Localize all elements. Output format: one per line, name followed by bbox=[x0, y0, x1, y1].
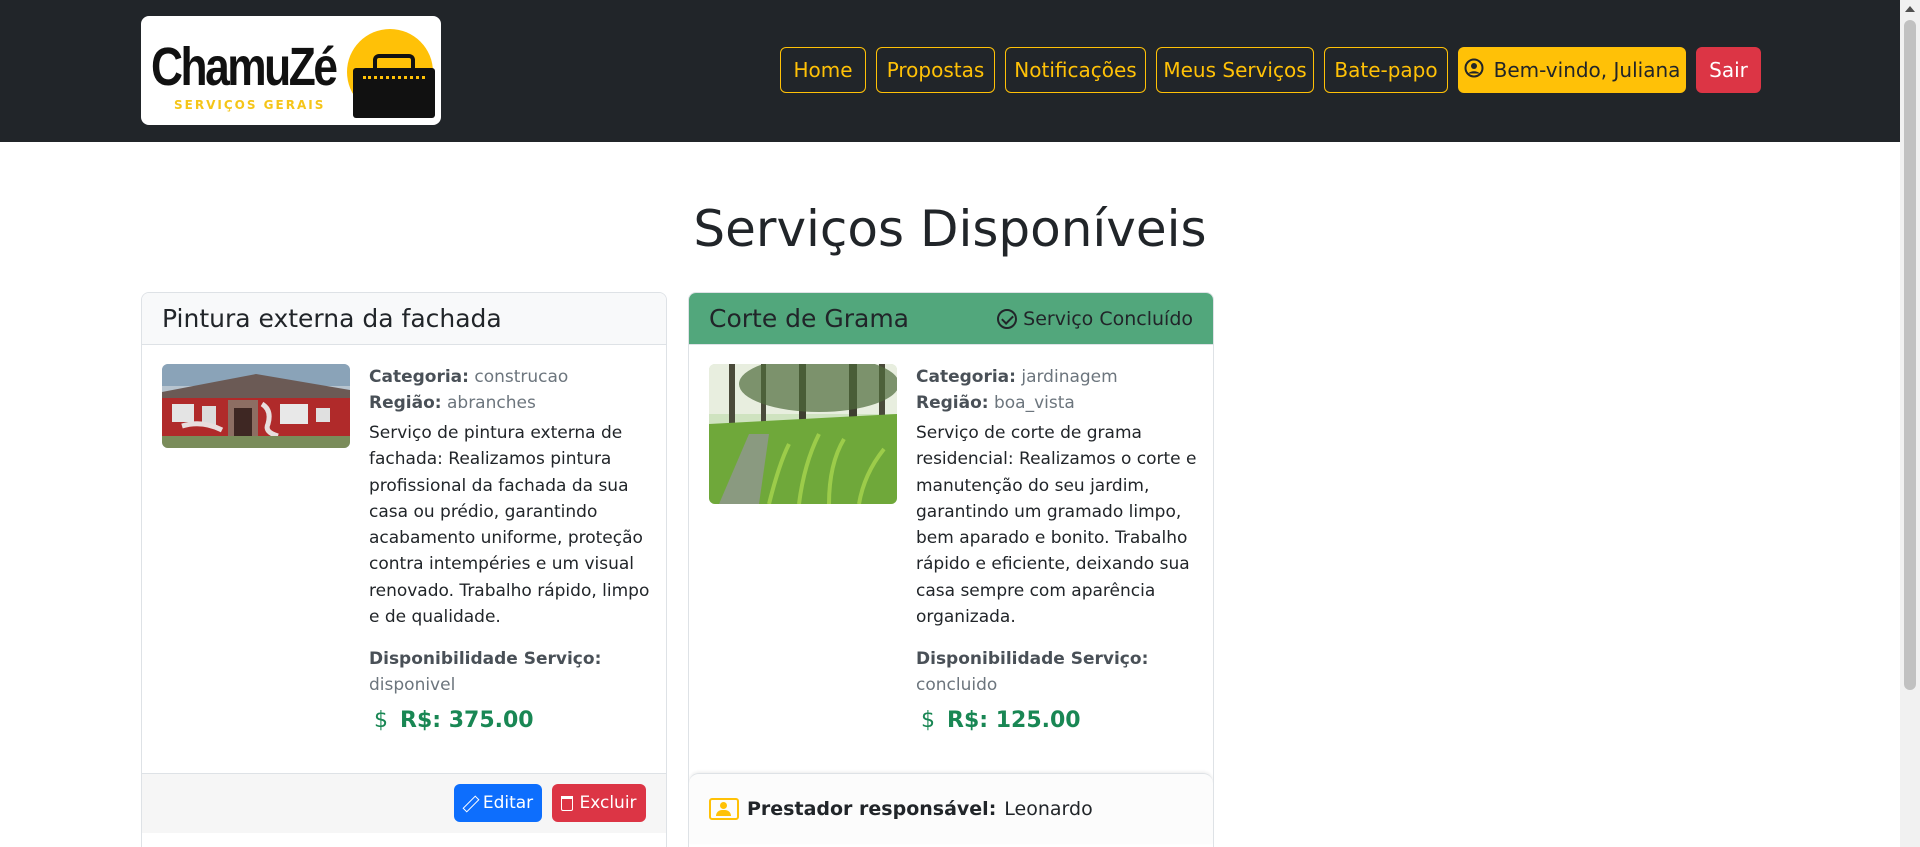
category-row: Categoria: jardinagem bbox=[916, 364, 1201, 390]
category-value: construcao bbox=[474, 367, 569, 387]
service-description: Serviço de pintura externa de fachada: R… bbox=[369, 423, 650, 628]
service-card: Pintura externa da fachada Categoria: co… bbox=[141, 292, 667, 847]
welcome-user-button[interactable]: Bem-vindo, Juliana bbox=[1458, 47, 1686, 93]
pencil-icon bbox=[463, 796, 477, 810]
trash-icon bbox=[561, 795, 574, 811]
card-header: Pintura externa da fachada bbox=[142, 293, 666, 345]
region-row: Região: abranches bbox=[369, 390, 654, 416]
card-footer: Editar Excluir bbox=[142, 773, 666, 833]
dollar-icon: $ bbox=[374, 708, 388, 734]
region-value: boa_vista bbox=[993, 393, 1075, 413]
service-image-house-facade bbox=[162, 364, 350, 448]
edit-button[interactable]: Editar bbox=[454, 784, 542, 822]
scrollbar-thumb[interactable] bbox=[1904, 20, 1916, 690]
delete-label: Excluir bbox=[579, 793, 637, 813]
completed-badge: Serviço Concluído bbox=[997, 308, 1193, 330]
category-label: Categoria: bbox=[369, 367, 469, 387]
person-badge-icon bbox=[709, 797, 739, 820]
service-card: Corte de Grama Serviço Concluído Categor… bbox=[688, 292, 1214, 847]
edit-label: Editar bbox=[482, 793, 534, 813]
page-scrollbar[interactable] bbox=[1900, 0, 1920, 847]
service-title: Pintura externa da fachada bbox=[162, 304, 502, 333]
category-value: jardinagem bbox=[1021, 367, 1118, 387]
service-info: Categoria: construcao Região: abranches … bbox=[369, 364, 654, 733]
logo-wordmark: ChamuZé bbox=[151, 37, 338, 97]
price-row: $ R$: 125.00 bbox=[916, 708, 1201, 733]
delete-button[interactable]: Excluir bbox=[552, 784, 646, 822]
region-row: Região: boa_vista bbox=[916, 390, 1201, 416]
person-circle-icon bbox=[1464, 58, 1484, 83]
nav-home[interactable]: Home bbox=[780, 47, 866, 93]
logo-tagline: SERVIÇOS GERAIS bbox=[174, 98, 326, 112]
provider-name: Leonardo bbox=[1004, 797, 1093, 820]
check-circle-icon bbox=[997, 308, 1018, 329]
category-label: Categoria: bbox=[916, 367, 1016, 387]
nav-meus-servicos[interactable]: Meus Serviços bbox=[1156, 47, 1314, 93]
toolbox-icon bbox=[353, 54, 435, 118]
availability-value: disponivel bbox=[369, 675, 456, 696]
service-title: Corte de Grama bbox=[709, 304, 909, 333]
availability-value: concluido bbox=[916, 675, 998, 696]
nav-propostas[interactable]: Propostas bbox=[876, 47, 995, 93]
availability-label: Disponibilidade Serviço: bbox=[369, 649, 602, 670]
price-row: $ R$: 375.00 bbox=[369, 708, 654, 733]
price-value: R$: 125.00 bbox=[947, 708, 1081, 734]
price-value: R$: 375.00 bbox=[400, 708, 534, 734]
provider-label: Prestador responsável: bbox=[747, 797, 997, 820]
page-title: Serviços Disponíveis bbox=[693, 200, 1207, 258]
card-header-completed: Corte de Grama Serviço Concluído bbox=[689, 293, 1213, 345]
region-value: abranches bbox=[446, 393, 536, 413]
logout-button[interactable]: Sair bbox=[1696, 47, 1761, 93]
category-row: Categoria: construcao bbox=[369, 364, 654, 390]
navbar: ChamuZé SERVIÇOS GERAIS Home Propostas N… bbox=[0, 0, 1900, 142]
service-image-grass bbox=[709, 364, 897, 504]
completed-label: Serviço Concluído bbox=[1023, 307, 1193, 330]
welcome-label: Bem-vindo, Juliana bbox=[1493, 58, 1681, 82]
dollar-icon: $ bbox=[921, 708, 935, 734]
service-info: Categoria: jardinagem Região: boa_vista … bbox=[916, 364, 1201, 733]
provider-box: Prestador responsável: Leonardo bbox=[689, 773, 1213, 843]
region-label: Região: bbox=[369, 393, 442, 413]
availability-label: Disponibilidade Serviço: bbox=[916, 649, 1149, 670]
region-label: Região: bbox=[916, 393, 989, 413]
brand-logo[interactable]: ChamuZé SERVIÇOS GERAIS bbox=[141, 16, 441, 125]
service-description: Serviço de corte de grama residencial: R… bbox=[916, 423, 1197, 628]
scroll-up-arrow-icon[interactable] bbox=[1905, 6, 1915, 12]
nav-notificacoes[interactable]: Notificações bbox=[1005, 47, 1146, 93]
nav-bate-papo[interactable]: Bate-papo bbox=[1324, 47, 1448, 93]
